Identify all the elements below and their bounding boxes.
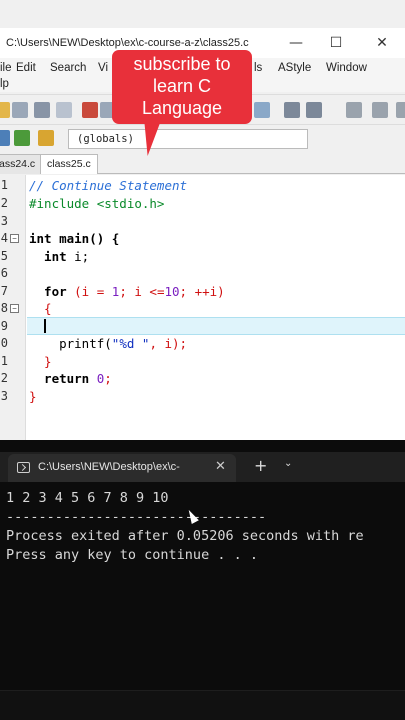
code-text: main() { [59, 231, 120, 246]
tab-class24[interactable]: ass24.c [0, 154, 43, 174]
compile-icon[interactable] [284, 102, 300, 118]
code-include: #include <stdio.h> [29, 196, 165, 211]
terminal-tab-label: C:\Users\NEW\Desktop\ex\c- [38, 461, 180, 473]
code-line-10: printf("%d ", i); [29, 336, 187, 351]
scope-dropdown[interactable]: (globals) [68, 129, 308, 149]
output-line: Press any key to continue . . . [6, 547, 258, 563]
code-string: "%d " [111, 336, 150, 351]
menu-tools[interactable]: ls [254, 62, 262, 74]
line-number: 3 [0, 389, 8, 403]
code-line-4: int main() { [29, 231, 119, 246]
close-icon[interactable]: ✕ [215, 459, 226, 474]
terminal-window: C:\Users\NEW\Desktop\ex\c- ✕ + ⌄ 1 2 3 4… [0, 440, 405, 690]
line-number: 0 [0, 336, 8, 350]
line-number: 2 [0, 196, 8, 210]
line-number: 5 [0, 249, 8, 263]
output-line: 1 2 3 4 5 6 7 8 9 10 [6, 490, 169, 506]
tab-class25[interactable]: class25.c [40, 154, 98, 174]
output-line: Process exited after 0.05206 seconds wit… [6, 528, 364, 544]
code-line-7: for (i = 1; i <=10; ++i) [29, 284, 225, 299]
code-editor[interactable]: 1 2 3 4 5 6 7 8 9 0 1 2 3 − − // Continu… [0, 175, 405, 440]
line-number: 6 [0, 266, 8, 280]
class-browser-icon[interactable] [0, 130, 10, 146]
code-keyword: int [29, 231, 60, 246]
subscribe-callout: subscribe to learn C Language [112, 50, 252, 124]
insert-icon[interactable] [14, 130, 30, 146]
menu-view[interactable]: Vi [98, 62, 108, 74]
code-text: , i); [149, 336, 188, 351]
open-icon[interactable] [0, 102, 10, 118]
code-line-2: #include <stdio.h> [29, 196, 164, 211]
code-keyword: return [29, 371, 97, 386]
line-number: 7 [0, 284, 8, 298]
line-number: 1 [0, 354, 8, 368]
line-number: 4 [0, 231, 8, 245]
code-line-11: } [29, 354, 52, 369]
bottom-band [0, 690, 405, 720]
line-number: 2 [0, 371, 8, 385]
code-line-13: } [29, 389, 37, 404]
bookmark-icon[interactable] [38, 130, 54, 146]
menu-help[interactable]: lp [0, 78, 9, 90]
chevron-down-icon[interactable]: ⌄ [284, 458, 292, 469]
callout-line-3: Language [141, 98, 223, 118]
output-separator: -------------------------------- [6, 509, 267, 525]
line-number: 3 [0, 214, 8, 228]
debug-icon[interactable] [396, 102, 405, 118]
text-caret [44, 319, 46, 333]
minimize-button[interactable]: — [276, 32, 316, 54]
code-text: (i = [74, 284, 112, 299]
code-text: printf( [29, 336, 112, 351]
current-line-highlight [27, 317, 405, 335]
print-icon[interactable] [82, 102, 98, 118]
code-keyword: int [29, 249, 75, 264]
close-button[interactable]: ✕ [362, 32, 402, 54]
menu-astyle[interactable]: AStyle [278, 62, 311, 74]
code-text: ; ++i) [179, 284, 225, 299]
fold-toggle-icon[interactable]: − [10, 234, 19, 243]
menu-edit[interactable]: Edit [16, 62, 36, 74]
line-number: 1 [0, 178, 8, 192]
maximize-button[interactable]: ☐ [316, 32, 356, 54]
code-line-8: { [29, 301, 52, 316]
back-icon[interactable] [346, 102, 362, 118]
code-text: ; [104, 371, 112, 386]
terminal-icon [17, 462, 30, 473]
line-number: 8 [0, 301, 8, 315]
run-icon[interactable] [306, 102, 322, 118]
code-line-1: // Continue Statement [29, 178, 187, 193]
window-title: C:\Users\NEW\Desktop\ex\c-course-a-z\cla… [6, 37, 249, 49]
menu-file[interactable]: ile [0, 62, 12, 74]
close-file-icon[interactable] [56, 102, 72, 118]
code-text: i; [74, 249, 90, 264]
code-line-12: return 0; [29, 371, 112, 386]
code-comment: // Continue Statement [29, 178, 188, 193]
code-keyword: for [29, 284, 75, 299]
save-icon[interactable] [12, 102, 28, 118]
menu-search[interactable]: Search [50, 62, 86, 74]
line-number-gutter: 1 2 3 4 5 6 7 8 9 0 1 2 3 − − [0, 175, 26, 440]
line-number: 9 [0, 319, 8, 333]
terminal-output[interactable]: 1 2 3 4 5 6 7 8 9 10 -------------------… [0, 482, 405, 690]
save-all-icon[interactable] [34, 102, 50, 118]
file-tab-bar: ass24.c class25.c [0, 152, 405, 174]
new-tab-button[interactable]: + [254, 456, 267, 475]
code-text: ; i <= [119, 284, 165, 299]
code-line-5: int i; [29, 249, 89, 264]
forward-icon[interactable] [372, 102, 388, 118]
terminal-tab-bar: C:\Users\NEW\Desktop\ex\c- ✕ [0, 452, 405, 482]
class-toolbar: (globals) [0, 124, 405, 152]
find-icon[interactable] [254, 102, 270, 118]
callout-line-2: learn C [152, 76, 212, 96]
fold-toggle-icon[interactable]: − [10, 304, 19, 313]
menu-window[interactable]: Window [326, 62, 367, 74]
callout-line-1: subscribe to [133, 54, 231, 74]
terminal-tab[interactable]: C:\Users\NEW\Desktop\ex\c- ✕ [8, 454, 236, 482]
code-number: 10 [164, 284, 180, 299]
